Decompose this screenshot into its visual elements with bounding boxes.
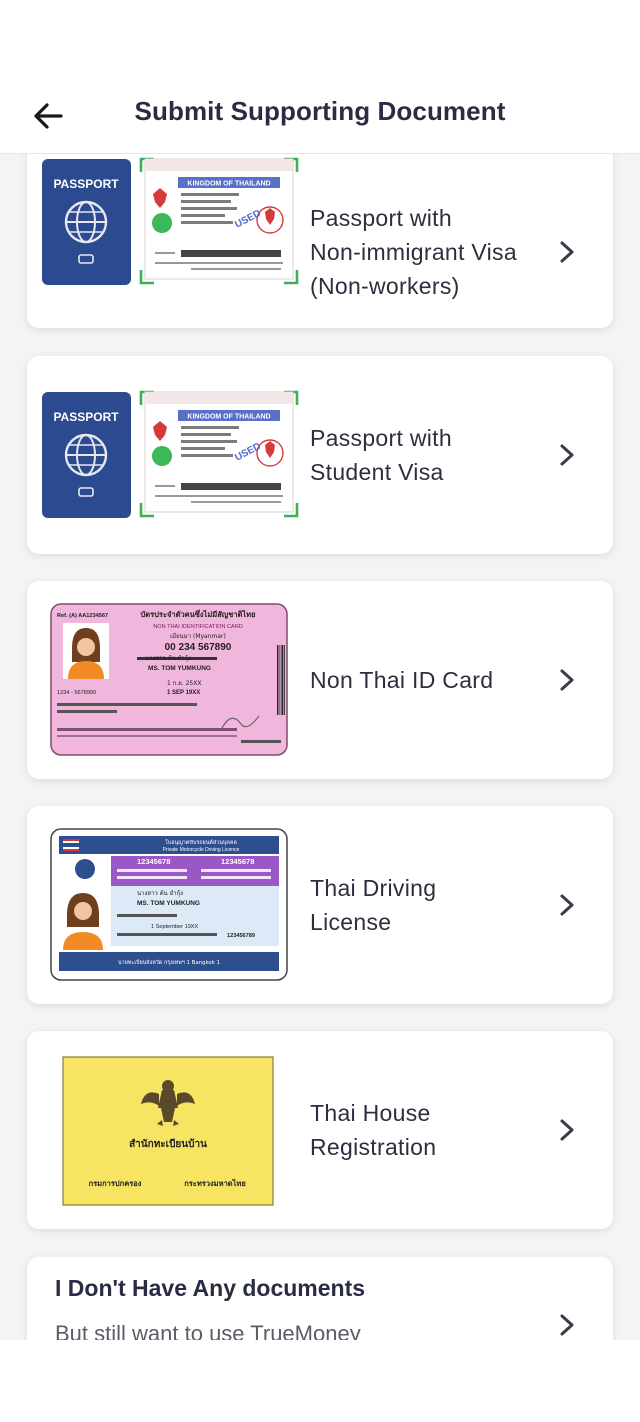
license-name-en-text: MS. TOM YUMKUNG bbox=[137, 900, 200, 907]
kingdom-text: KINGDOM OF THAILAND bbox=[187, 181, 270, 188]
house-right-text: กระทรวงมหาดไทย bbox=[184, 1178, 246, 1188]
document-option-passport-non-immigrant-visa[interactable]: PASSPORT KINGDOM OF THAILAND USED Passpo… bbox=[27, 154, 613, 328]
chevron-right-icon bbox=[560, 444, 574, 466]
no-documents-option[interactable]: I Don't Have Any documents But still wan… bbox=[27, 1257, 613, 1340]
document-label: Non Thai ID Card bbox=[310, 667, 494, 693]
house-title-text: สำนักทะเบียนบ้าน bbox=[129, 1138, 207, 1150]
chevron-right-icon bbox=[560, 1119, 574, 1141]
house-left-text: กรมการปกครอง bbox=[89, 1179, 142, 1188]
app-header: Submit Supporting Document bbox=[0, 0, 640, 154]
document-option-thai-driving-license[interactable]: ใบอนุญาตขับรถยนต์ส่วนบุคคล Private Motor… bbox=[27, 806, 613, 1004]
license-id-text: 123456789 bbox=[227, 933, 255, 939]
document-option-non-thai-id-card[interactable]: Ref. (A) AA1234567 บัตรประจำตัวคนซึ่งไม่… bbox=[27, 581, 613, 779]
passport-text: PASSPORT bbox=[53, 177, 119, 191]
bottom-bar bbox=[0, 1340, 640, 1422]
license-no-text: 12345678 bbox=[221, 857, 254, 866]
document-option-passport-student-visa[interactable]: PASSPORT KINGDOM OF THAILAND USED Passpo… bbox=[27, 356, 613, 554]
thai-driving-license-image: ใบอนุญาตขับรถยนต์ส่วนบุคคล Private Motor… bbox=[41, 825, 309, 985]
document-label: Thai House Registration bbox=[310, 1100, 437, 1160]
kingdom-text: KINGDOM OF THAILAND bbox=[187, 414, 270, 421]
id-title-en-text: NON THAI IDENTIFICATION CARD bbox=[153, 624, 243, 630]
license-footer-text: นายทะเบียนจังหวัด กรุงเทพฯ 1 Bangkok 1 bbox=[118, 959, 220, 966]
license-name-th-text: นางสาว ต้น ยำกุ้ง bbox=[137, 890, 183, 897]
no-documents-subtitle: But still want to use TrueMoney bbox=[55, 1321, 361, 1340]
chevron-right-icon bbox=[560, 1314, 574, 1336]
id-dob-en-text: 1 SEP 19XX bbox=[167, 690, 200, 696]
id-side-number-text: 1234 - 5678900 bbox=[57, 690, 96, 696]
chevron-right-icon bbox=[560, 669, 574, 691]
id-number-text: 00 234 567890 bbox=[165, 642, 232, 653]
id-name-en-text: MS. TOM YUMKUNG bbox=[148, 665, 211, 672]
license-header-th-text: ใบอนุญาตขับรถยนต์ส่วนบุคคล bbox=[165, 838, 237, 846]
page-title: Submit Supporting Document bbox=[134, 96, 506, 126]
non-thai-id-card-image: Ref. (A) AA1234567 บัตรประจำตัวคนซึ่งไม่… bbox=[41, 600, 309, 760]
license-number-text: 12345678 bbox=[137, 857, 170, 866]
document-label: Thai Driving License bbox=[310, 875, 437, 935]
document-list[interactable]: PASSPORT KINGDOM OF THAILAND USED Passpo… bbox=[0, 154, 640, 1340]
chevron-right-icon bbox=[560, 894, 574, 916]
id-ref-text: Ref. (A) AA1234567 bbox=[57, 613, 108, 619]
id-name-th-text: นางสาว ต้น ยำกุ้ง bbox=[145, 655, 191, 662]
passport-visa-image: PASSPORT KINGDOM OF THAILAND USED bbox=[41, 375, 309, 535]
passport-text: PASSPORT bbox=[53, 410, 119, 424]
chevron-right-icon bbox=[560, 241, 574, 263]
thai-house-registration-image: สำนักทะเบียนบ้าน กรมการปกครอง กระทรวงมหา… bbox=[41, 1050, 309, 1210]
document-option-thai-house-registration[interactable]: สำนักทะเบียนบ้าน กรมการปกครอง กระทรวงมหา… bbox=[27, 1031, 613, 1229]
license-header-en-text: Private Motorcycle Driving Licence bbox=[163, 847, 240, 853]
id-dob-th-text: 1 ก.ย. 25XX bbox=[167, 680, 201, 687]
no-documents-title: I Don't Have Any documents bbox=[55, 1275, 366, 1301]
id-country-text: เมียนมา (Myanmar) bbox=[170, 632, 226, 640]
license-dob-text: 1 September 19XX bbox=[151, 924, 199, 930]
id-title-th-text: บัตรประจำตัวคนซึ่งไม่มีสัญชาติไทย bbox=[141, 608, 256, 619]
document-label: Passport with Student Visa bbox=[310, 425, 452, 485]
passport-visa-image: PASSPORT KINGDOM OF THAILAND USED bbox=[41, 154, 309, 302]
document-label: Passport with Non-immigrant Visa (Non-wo… bbox=[310, 205, 517, 299]
